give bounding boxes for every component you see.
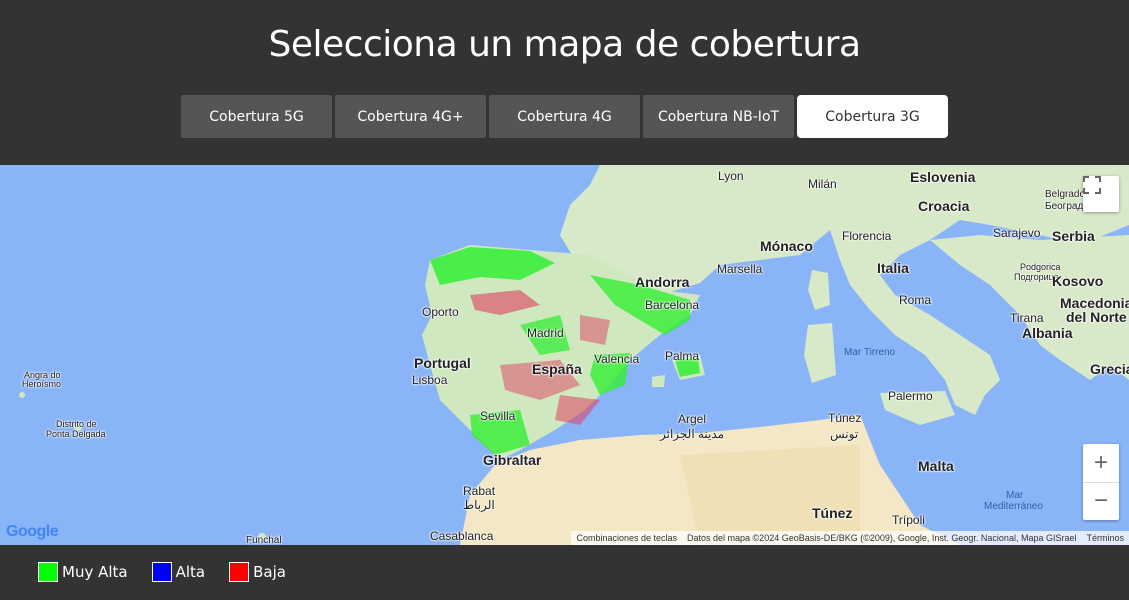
tab-cobertura-4g[interactable]: Cobertura 4G <box>489 95 640 138</box>
map-label-barcelona: Barcelona <box>645 298 700 312</box>
zoom-out-button[interactable]: − <box>1083 481 1119 521</box>
keyboard-shortcuts-link[interactable]: Combinaciones de teclas <box>576 533 677 543</box>
map-label-lisboa: Lisboa <box>412 373 448 387</box>
map-label-tunez-country: Túnez <box>812 505 853 521</box>
legend-swatch-green <box>38 562 58 582</box>
map-label-palma: Palma <box>665 349 700 363</box>
map-label-eslovenia: Eslovenia <box>910 169 976 185</box>
map-label-albania: Albania <box>1022 325 1073 341</box>
map-label-heroismo: Heroísmo <box>22 379 62 389</box>
map-label-podgorica: Podgorica <box>1020 262 1061 272</box>
terms-link[interactable]: Términos <box>1086 533 1124 543</box>
map-attribution: Combinaciones de teclas Datos del mapa ©… <box>571 531 1129 545</box>
map-label-rabat-ar: الرباط <box>463 498 495 512</box>
map-label-mar: Mar <box>1006 490 1024 501</box>
coverage-map[interactable]: Lyon Milán Eslovenia Belgrado Београд Cr… <box>0 165 1129 545</box>
google-logo-text: Google <box>6 523 59 540</box>
tab-cobertura-5g[interactable]: Cobertura 5G <box>181 95 332 138</box>
header: Selecciona un mapa de cobertura Cobertur… <box>0 0 1129 165</box>
map-label-tunez-ar: تونس <box>830 427 859 441</box>
map-label-oporto: Oporto <box>422 305 459 319</box>
map-label-sevilla: Sevilla <box>480 409 516 423</box>
map-label-croacia: Croacia <box>918 198 970 214</box>
map-label-casablanca: Casablanca <box>430 529 494 543</box>
fullscreen-icon <box>1083 176 1101 194</box>
map-label-argel-ar: مدينة الجزائر <box>660 427 725 441</box>
map-label-gibraltar: Gibraltar <box>483 452 542 468</box>
map-label-mediterraneo: Mediterráneo <box>984 501 1043 512</box>
map-label-del-norte: del Norte <box>1066 309 1127 325</box>
map-label-monaco: Mónaco <box>760 238 813 254</box>
fullscreen-button[interactable] <box>1083 176 1119 212</box>
legend-item-baja: Baja <box>229 562 286 582</box>
map-label-tunez-city: Túnez <box>828 411 862 425</box>
map-label-portugal: Portugal <box>414 355 471 371</box>
map-label-madrid: Madrid <box>527 326 564 340</box>
map-label-malta: Malta <box>918 458 954 474</box>
map-label-funchal: Funchal <box>246 535 282 545</box>
map-label-italia: Italia <box>877 260 909 276</box>
map-label-palermo: Palermo <box>888 389 933 403</box>
map-label-argel: Argel <box>678 412 707 426</box>
map-label-tirana: Tirana <box>1010 311 1044 325</box>
legend-swatch-blue <box>151 562 172 582</box>
map-label-andorra: Andorra <box>635 274 690 290</box>
map-label-rabat: Rabat <box>463 484 496 498</box>
map-label-marsella: Marsella <box>717 262 763 276</box>
map-label-milan: Milán <box>808 177 837 191</box>
map-canvas <box>0 165 1129 545</box>
map-label-valencia: Valencia <box>594 352 640 366</box>
map-label-sarajevo: Sarajevo <box>993 226 1041 240</box>
page-title: Selecciona un mapa de cobertura <box>268 24 862 65</box>
map-data-text: Datos del mapa ©2024 GeoBasis-DE/BKG (©2… <box>687 533 1077 543</box>
legend-label: Alta <box>175 563 206 581</box>
map-label-belgrado-cyr: Београд <box>1045 201 1084 212</box>
map-label-florencia: Florencia <box>842 229 892 243</box>
coverage-legend: Muy Alta Alta Baja <box>38 562 286 582</box>
map-label-distrito: Distrito de <box>56 419 97 429</box>
map-label-roma: Roma <box>899 293 932 307</box>
google-logo[interactable]: Google <box>6 523 59 541</box>
map-label-tripoli: Trípoli <box>892 513 925 527</box>
legend-label: Muy Alta <box>62 563 128 581</box>
tab-cobertura-3g[interactable]: Cobertura 3G <box>797 95 948 138</box>
map-label-ponta-delgada: Ponta Delgada <box>46 429 106 439</box>
coverage-tabs: Cobertura 5G Cobertura 4G+ Cobertura 4G … <box>181 95 948 138</box>
map-label-lyon: Lyon <box>718 169 744 183</box>
map-label-belgrado: Belgrado <box>1045 189 1086 200</box>
legend-item-muy-alta: Muy Alta <box>38 562 128 582</box>
legend-label: Baja <box>253 563 286 581</box>
legend-swatch-red <box>229 562 250 582</box>
legend-item-alta: Alta <box>151 562 206 582</box>
tab-cobertura-nb-iot[interactable]: Cobertura NB-IoT <box>643 95 794 138</box>
zoom-controls: + − <box>1083 444 1119 520</box>
map-label-grecia: Grecia <box>1090 361 1129 377</box>
map-label-espana: España <box>532 361 582 377</box>
map-label-serbia: Serbia <box>1052 228 1095 244</box>
tab-cobertura-4g-plus[interactable]: Cobertura 4G+ <box>335 95 486 138</box>
zoom-in-button[interactable]: + <box>1083 444 1119 482</box>
map-label-mar-tirreno: Mar Tirreno <box>844 347 896 358</box>
map-label-kosovo: Kosovo <box>1052 273 1104 289</box>
